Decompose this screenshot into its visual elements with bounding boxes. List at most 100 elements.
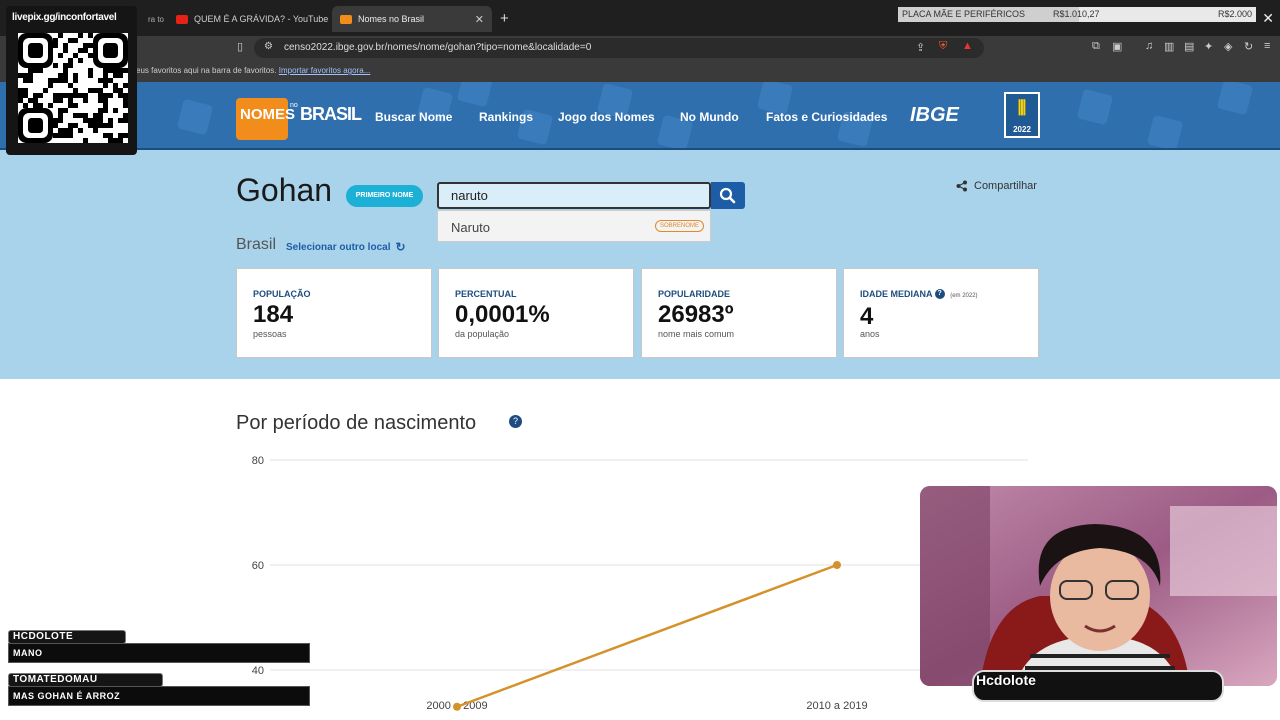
search-button[interactable]: [711, 182, 745, 209]
censo-year: 2022: [1013, 125, 1031, 134]
stat-sub: nome mais comum: [658, 329, 735, 339]
donation-goal: R$2.000: [1217, 9, 1252, 19]
site-info-icon[interactable]: ⚙: [264, 41, 273, 52]
window-close-icon[interactable]: ✕: [1262, 10, 1274, 27]
rewards-icon[interactable]: ▲: [962, 40, 973, 52]
brave-shield-icon[interactable]: ⛨: [939, 40, 947, 53]
stat-note: (em 2022): [950, 293, 978, 299]
stat-sub: pessoas: [253, 329, 287, 339]
birth-period-chart: 4060802000 a 20092010 a 2019: [252, 455, 1028, 712]
new-tab-icon[interactable]: +: [500, 10, 509, 27]
music-icon[interactable]: ♫: [1145, 40, 1153, 52]
screen: ra to QUEM É A GRÁVIDA? - YouTube Nomes …: [0, 0, 1280, 720]
name-title: Gohan: [236, 172, 333, 208]
chart-title: Por período de nascimento: [236, 412, 477, 434]
location-label: Brasil: [236, 236, 277, 253]
donation-label: PLACA MÃE E PERIFÉRICOS: [902, 9, 1026, 19]
sidebar-icon[interactable]: ▥: [1164, 40, 1174, 53]
tab-partial[interactable]: ra to: [140, 6, 166, 32]
bookmark-icon[interactable]: ▯: [237, 40, 243, 53]
donation-current: R$1.010,27: [1053, 9, 1100, 19]
logo-brasil: BRASIL: [300, 104, 362, 124]
stat-value: 184: [253, 301, 294, 328]
help-icon[interactable]: ?: [934, 289, 945, 299]
y-tick-label: 40: [252, 665, 264, 677]
logo-main: NOMES: [236, 98, 295, 140]
bookmarks-bar: eus favoritos aqui na barra de favoritos…: [0, 60, 1280, 82]
qr-code-icon: [18, 33, 128, 143]
x-tick-label: 2010 a 2019: [806, 700, 867, 712]
import-bookmarks-link[interactable]: Importar favoritos agora...: [279, 66, 371, 75]
qr-code-overlay: livepix.gg/inconfortavel: [6, 6, 137, 155]
qr-label: livepix.gg/inconfortavel: [12, 12, 117, 23]
chat-username: TOMATEDOMAU: [8, 673, 163, 687]
data-point: [833, 561, 841, 569]
stat-label: POPULAÇÃO: [253, 289, 311, 299]
stat-value: 26983º: [658, 301, 734, 328]
refresh-icon: ↻: [395, 240, 406, 254]
vpn-icon[interactable]: ◈: [1224, 40, 1232, 53]
bookmarks-hint: eus favoritos aqui na barra de favoritos…: [136, 66, 371, 75]
chat-message: MAS GOHAN É ARROZ: [8, 686, 310, 706]
nomes-no-brasil-logo[interactable]: NOMES no BRASIL: [236, 98, 362, 140]
data-point: [453, 702, 461, 711]
stat-value: 0,0001%: [455, 301, 550, 328]
stat-label-row: IDADE MEDIANA ? (em 2022): [860, 289, 978, 299]
webcam-name: Hcdolote: [976, 672, 1036, 688]
menu-icon[interactable]: ≡: [1264, 40, 1270, 52]
tab-label: Nomes no Brasil: [358, 14, 425, 24]
leo-icon[interactable]: ✦: [1204, 40, 1213, 53]
series-line: [456, 563, 838, 708]
close-tab-icon[interactable]: ✕: [475, 13, 484, 26]
stat-label: PERCENTUAL: [455, 289, 517, 299]
nomes-favicon-icon: [340, 14, 352, 24]
nav-jogo-dos-nomes[interactable]: Jogo dos Nomes: [558, 110, 655, 124]
stat-sub: anos: [860, 329, 880, 339]
webcam-overlay: [920, 486, 1277, 686]
nav-rankings[interactable]: Rankings: [479, 110, 533, 124]
ibge-logo[interactable]: IBGE: [910, 104, 959, 127]
browser-tab-bar: ra to QUEM É A GRÁVIDA? - YouTube Nomes …: [0, 0, 1280, 36]
chat-message: MANO: [8, 643, 310, 663]
stat-sub: da população: [455, 329, 510, 339]
search-icon: [719, 187, 736, 204]
chart-help-icon[interactable]: ?: [509, 415, 522, 428]
sync-icon[interactable]: ↻: [1244, 40, 1253, 53]
share-icon: [956, 180, 967, 192]
youtube-icon: [176, 14, 188, 24]
nav-no-mundo[interactable]: No Mundo: [680, 110, 739, 124]
stat-card-median-age: IDADE MEDIANA ? (em 2022) 4 anos: [843, 268, 1039, 358]
y-tick-label: 80: [252, 455, 264, 467]
tab-nomes-no-brasil[interactable]: Nomes no Brasil ✕: [332, 6, 492, 32]
nav-buscar-nome[interactable]: Buscar Nome: [375, 110, 452, 124]
search-input[interactable]: [437, 182, 711, 209]
share-button[interactable]: Compartilhar: [956, 180, 1037, 192]
stat-value: 4: [860, 303, 874, 330]
donation-goal-bar: PLACA MÃE E PERIFÉRICOS R$1.010,27 R$2.0…: [898, 7, 1256, 22]
chat-username: HCDOLOTE: [8, 630, 126, 644]
wallet-icon[interactable]: ▤: [1184, 40, 1194, 53]
suggestion-naruto[interactable]: Naruto: [451, 220, 490, 235]
change-location-link[interactable]: Selecionar outro local ↻: [286, 240, 406, 254]
stat-card-popularity: POPULARIDADE 26983º nome mais comum: [641, 268, 837, 358]
url-text: censo2022.ibge.gov.br/nomes/nome/gohan?t…: [284, 42, 592, 53]
tab-youtube[interactable]: QUEM É A GRÁVIDA? - YouTube: [168, 6, 328, 32]
share-label: Compartilhar: [974, 180, 1037, 192]
stat-label: IDADE MEDIANA: [860, 289, 933, 299]
stat-card-population: POPULAÇÃO 184 pessoas: [236, 268, 432, 358]
site-header: NOMES no BRASIL Buscar Nome Rankings Jog…: [0, 82, 1280, 150]
screenshot-icon[interactable]: ▣: [1112, 40, 1122, 53]
stat-label: POPULARIDADE: [658, 289, 731, 299]
y-tick-label: 60: [252, 560, 264, 572]
logo-no: no: [290, 102, 298, 109]
share-page-icon[interactable]: ⇪: [916, 41, 925, 54]
search-suggestions: Naruto SOBRENOME: [437, 210, 711, 242]
address-bar-row: ▯ ⚙ censo2022.ibge.gov.br/nomes/nome/goh…: [0, 36, 1280, 60]
censo-2022-logo[interactable]: ⫴ 2022: [1004, 92, 1040, 138]
nav-fatos-e-curiosidades[interactable]: Fatos e Curiosidades: [766, 110, 887, 124]
tab-label: QUEM É A GRÁVIDA? - YouTube: [194, 14, 328, 24]
url-box[interactable]: ⚙ censo2022.ibge.gov.br/nomes/nome/gohan…: [254, 38, 984, 58]
extensions-icon[interactable]: ⧉: [1092, 40, 1100, 53]
stat-card-percentage: PERCENTUAL 0,0001% da população: [438, 268, 634, 358]
change-location-label: Selecionar outro local: [286, 241, 391, 253]
